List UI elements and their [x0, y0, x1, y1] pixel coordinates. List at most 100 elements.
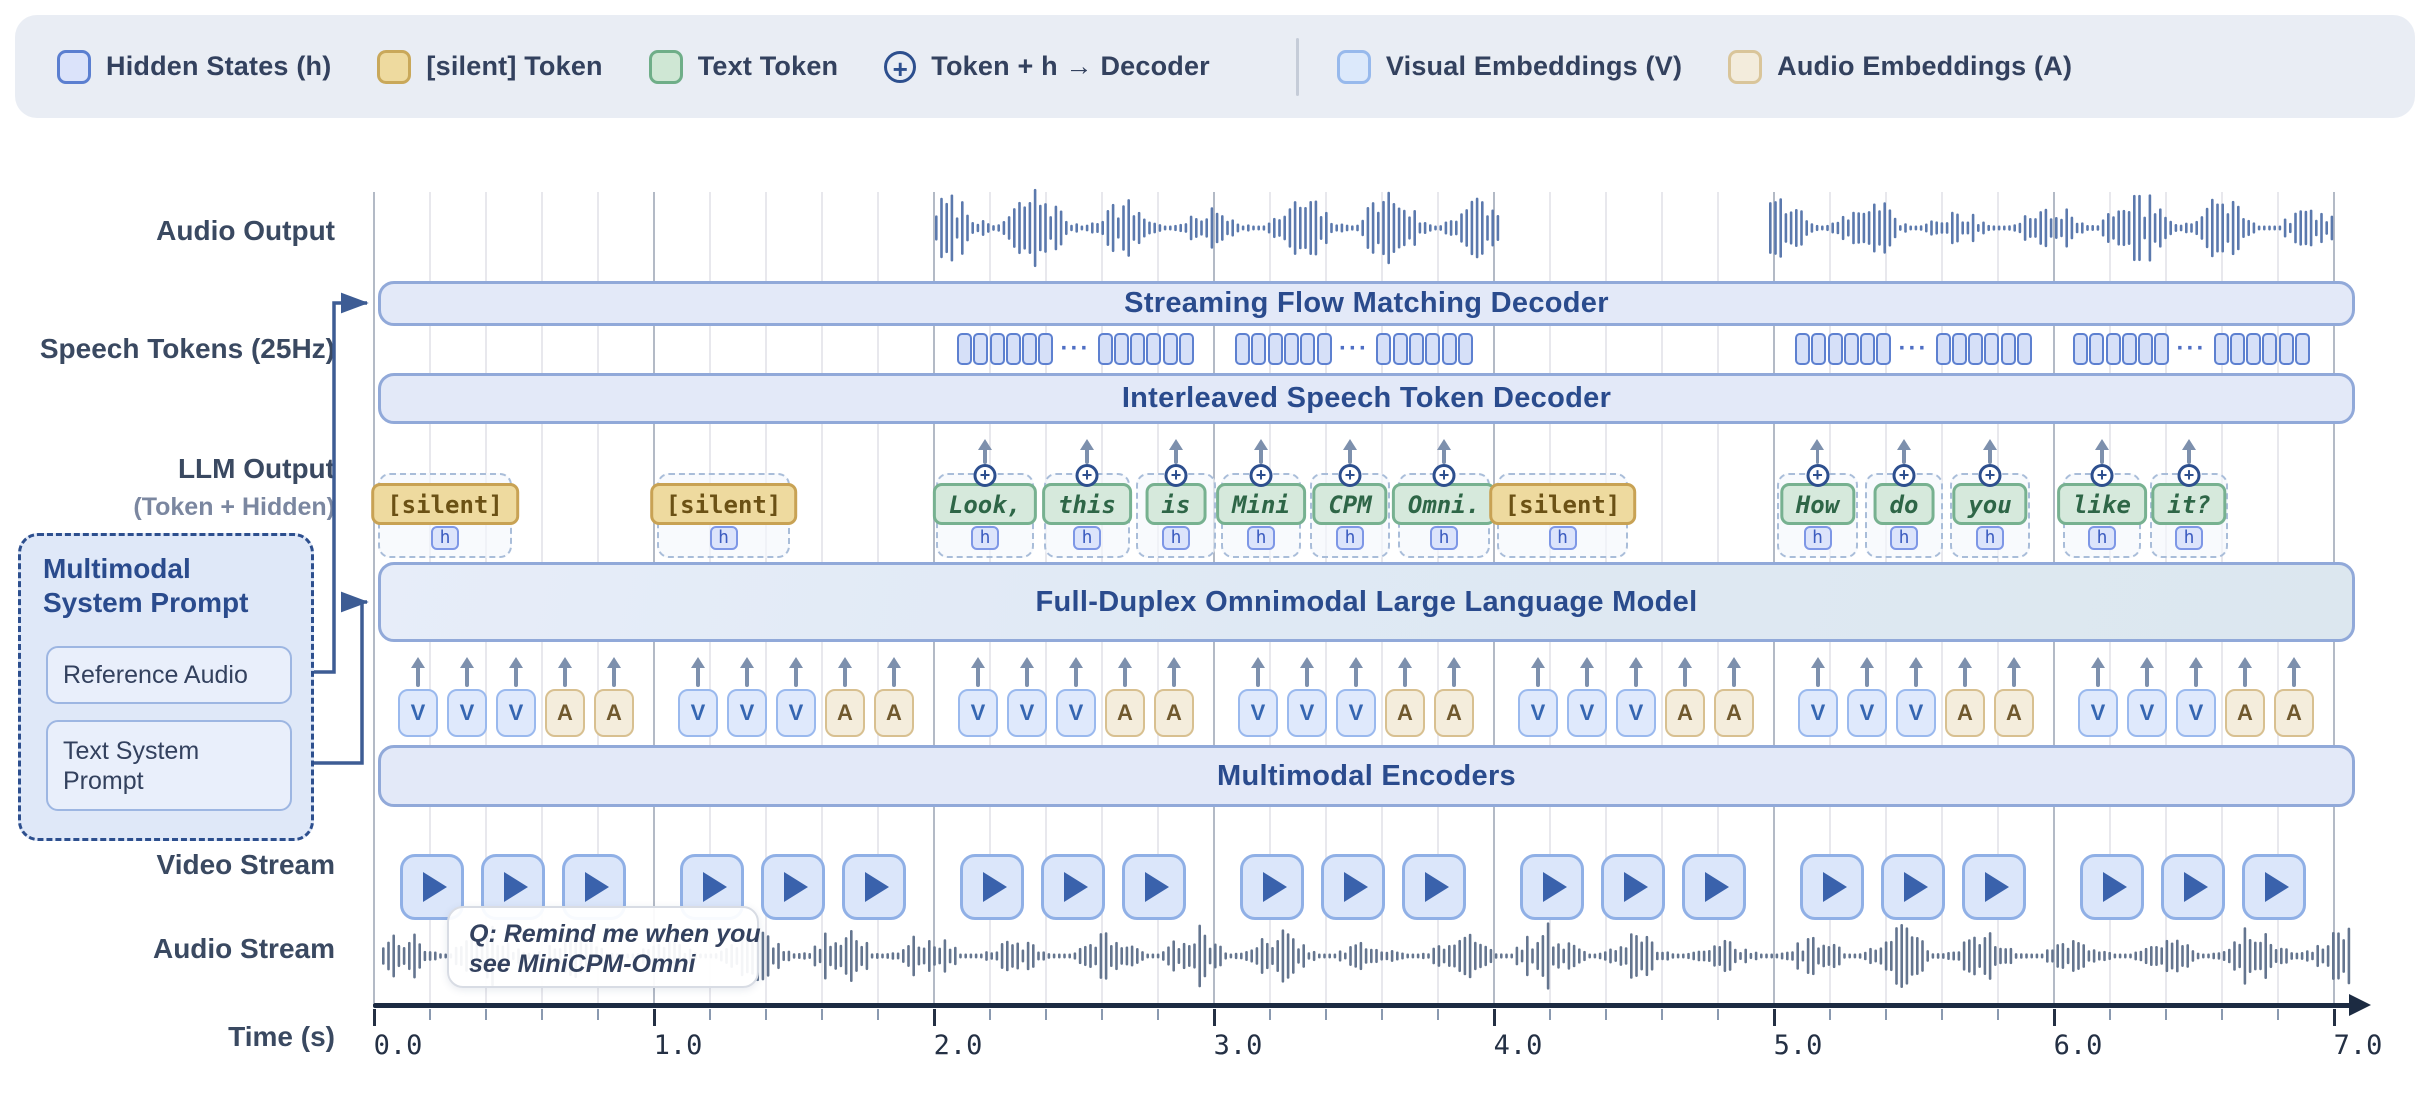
- speech-token-square: [1268, 333, 1283, 365]
- waveform-bar: [977, 224, 980, 233]
- time-tick-label: 3.0: [1214, 1030, 1263, 1061]
- minor-tick: [1605, 1009, 1607, 1020]
- minor-tick: [1325, 1009, 1327, 1020]
- minor-tick: [597, 1009, 599, 1020]
- waveform-bar: [2212, 953, 2215, 960]
- waveform-bar: [2149, 194, 2152, 261]
- major-tick: [653, 1009, 656, 1026]
- waveform-bar: [860, 946, 863, 966]
- speech-token-group: ···: [1795, 333, 2032, 365]
- hidden-state-box: h: [1430, 526, 1458, 550]
- video-frame-button: [1881, 854, 1945, 920]
- major-tick: [1773, 1009, 1776, 1026]
- play-icon: [1985, 872, 2009, 902]
- waveform-bar: [1240, 953, 1243, 960]
- waveform-bar: [2019, 223, 2022, 233]
- waveform-bar: [2036, 954, 2039, 959]
- waveform-bar: [1335, 224, 1338, 231]
- speech-token-square: [1968, 333, 1983, 365]
- waveform-bar: [1302, 944, 1305, 968]
- waveform-bar: [1048, 953, 1051, 959]
- waveform-bar: [2296, 953, 2299, 960]
- video-frame-button: [1240, 854, 1304, 920]
- waveform-layer: [0, 0, 2430, 1114]
- waveform-bar: [2186, 944, 2189, 968]
- up-arrow-icon: [1816, 660, 1820, 687]
- text-token: How: [1780, 483, 1855, 525]
- waveform-bar: [814, 946, 817, 967]
- waveform-bar: [2098, 951, 2101, 960]
- visual-embedding-box: V: [1567, 689, 1607, 737]
- token-plus-decoder-icon: +: [2091, 464, 2114, 487]
- waveform-bar: [2140, 951, 2143, 962]
- llm-token-group: CPMh+: [1310, 473, 1390, 558]
- waveform-bar: [398, 945, 401, 967]
- waveform-bar: [1427, 953, 1430, 958]
- waveform-bar: [2097, 225, 2100, 231]
- waveform-bar: [2202, 954, 2205, 959]
- waveform-bar: [1146, 954, 1149, 959]
- waveform-bar: [1904, 223, 1907, 233]
- minor-tick: [1157, 1009, 1159, 1020]
- up-arrow-icon: [563, 660, 567, 687]
- waveform-bar: [1899, 225, 1902, 231]
- waveform-bar: [2143, 217, 2146, 240]
- audio-embedding-box: A: [2225, 689, 2265, 737]
- speech-token-square: [1409, 333, 1424, 365]
- minor-tick: [2221, 1009, 2223, 1020]
- waveform-bar: [1422, 953, 1425, 959]
- hidden-state-box: h: [1890, 526, 1918, 550]
- waveform-bar: [772, 947, 775, 964]
- speech-token-square: [1114, 333, 1129, 365]
- llm-token-group: it?h+: [2150, 473, 2228, 558]
- up-arrow-icon: [2187, 442, 2191, 464]
- major-tick: [373, 1009, 376, 1026]
- waveform-bar: [975, 954, 978, 959]
- question-speech-bubble: Q: Remind me when you see MiniCPM-Omni: [447, 906, 759, 988]
- waveform-bar: [2316, 945, 2319, 967]
- waveform-bar: [1361, 220, 1364, 236]
- waveform-bar: [1583, 951, 1586, 961]
- up-arrow-icon: [843, 660, 847, 687]
- waveform-bar: [966, 215, 969, 242]
- waveform-bar: [1393, 203, 1396, 253]
- minor-tick: [541, 1009, 543, 1020]
- up-arrow-icon: [1354, 660, 1358, 687]
- time-tick-label: 1.0: [654, 1030, 703, 1061]
- video-frame-button: [1402, 854, 1466, 920]
- token-plus-decoder-icon: +: [974, 464, 997, 487]
- text-token: do: [1874, 483, 1935, 525]
- waveform-bar: [1096, 223, 1099, 233]
- waveform-bar: [1935, 221, 1938, 234]
- bar-label: Multimodal Encoders: [1217, 760, 1516, 793]
- waveform-bar: [2003, 226, 2006, 231]
- waveform-bar: [1049, 216, 1052, 240]
- waveform-bar: [1630, 933, 1633, 979]
- waveform-bar: [1250, 949, 1253, 962]
- llm-token-group: [silent]h: [657, 473, 790, 558]
- waveform-bar: [1029, 202, 1032, 254]
- waveform-bar: [2268, 226, 2271, 231]
- waveform-bar: [970, 954, 973, 959]
- audio-embedding-box: A: [1154, 689, 1194, 737]
- waveform-bar: [1947, 952, 1950, 960]
- waveform-bar: [1299, 207, 1302, 250]
- speech-token-square: [1860, 333, 1875, 365]
- waveform-bar: [2024, 215, 2027, 241]
- waveform-bar: [2119, 954, 2122, 959]
- waveform-bar: [2201, 216, 2204, 240]
- waveform-bar: [1963, 941, 1966, 970]
- visual-embedding-box: V: [1798, 689, 1838, 737]
- waveform-bar: [1916, 937, 1919, 975]
- waveform-bar: [2160, 947, 2163, 965]
- waveform-bar: [2322, 948, 2325, 963]
- waveform-bar: [1001, 943, 1004, 969]
- up-arrow-icon: [1536, 660, 1540, 687]
- waveform-bar: [777, 943, 780, 969]
- up-arrow-icon: [1634, 660, 1638, 687]
- audio-embedding-box: A: [825, 689, 865, 737]
- waveform-bar: [1677, 954, 1680, 959]
- up-arrow-icon: [1902, 442, 1906, 464]
- waveform-bar: [424, 951, 427, 961]
- waveform-bar: [1032, 944, 1035, 968]
